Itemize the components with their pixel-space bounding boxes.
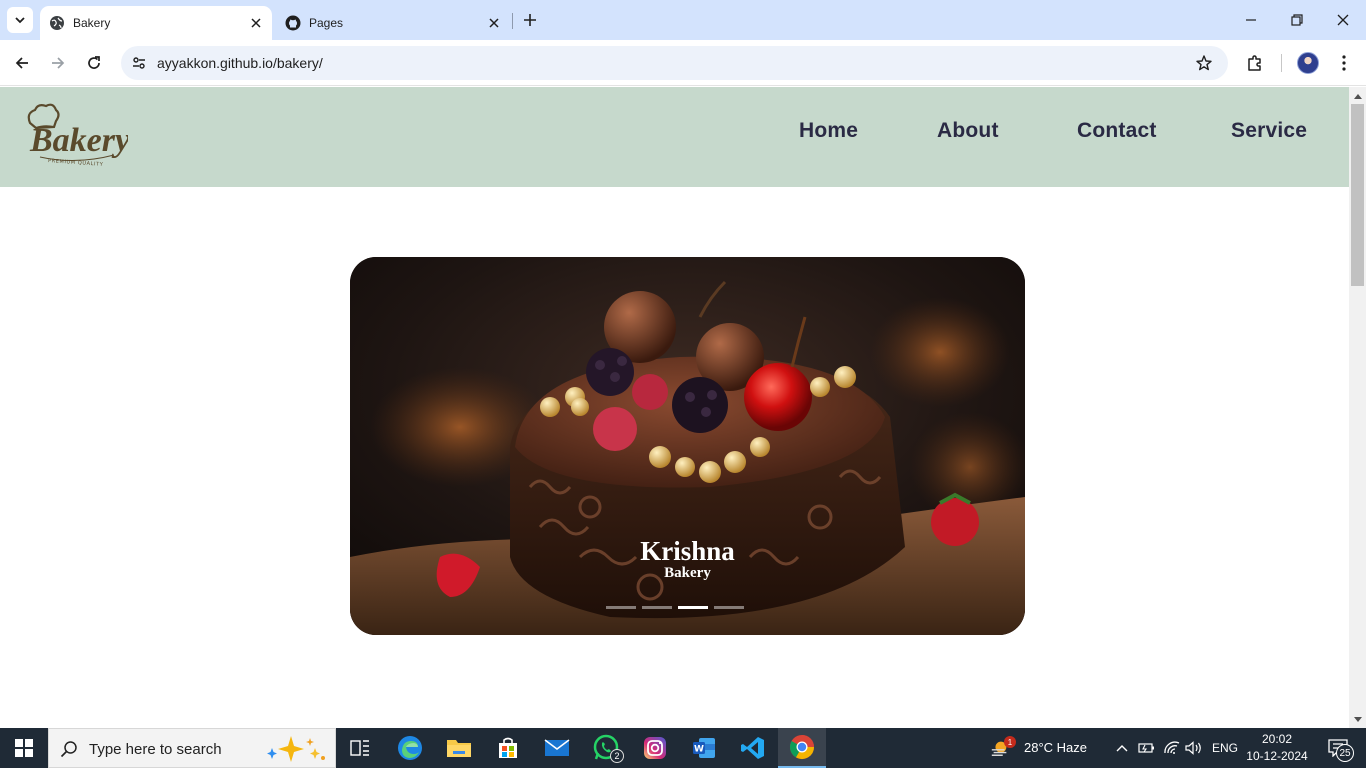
- arrow-right-icon: [52, 57, 65, 69]
- weather-text[interactable]: 28°C Haze: [1024, 740, 1087, 755]
- svg-text:W: W: [694, 745, 704, 755]
- page-scrollbar[interactable]: [1349, 87, 1366, 728]
- reload-icon: [88, 56, 100, 69]
- close-window-button[interactable]: [1320, 0, 1366, 40]
- minimize-button[interactable]: [1228, 0, 1274, 40]
- taskbar-instagram[interactable]: [631, 728, 679, 768]
- address-bar[interactable]: ayyakkon.github.io/bakery/: [121, 46, 1228, 80]
- hero-carousel[interactable]: Krishna Bakery: [350, 257, 1025, 635]
- close-icon: [1337, 14, 1349, 26]
- nav-contact[interactable]: Contact: [1077, 119, 1157, 143]
- task-view-icon: [350, 740, 369, 756]
- scroll-down-arrow-icon[interactable]: [1349, 711, 1366, 728]
- chrome-menu-button[interactable]: [1332, 51, 1356, 75]
- search-highlight-sparkle-icon: [267, 736, 325, 762]
- taskbar-edge[interactable]: [386, 728, 434, 768]
- chevron-up-icon[interactable]: [1112, 738, 1132, 758]
- language-indicator[interactable]: ENG: [1212, 741, 1238, 755]
- new-tab-button[interactable]: [520, 10, 540, 30]
- minimize-icon: [1246, 19, 1256, 21]
- chrome-icon: [789, 735, 814, 760]
- profile-avatar[interactable]: [1297, 52, 1319, 74]
- restore-button[interactable]: [1274, 0, 1320, 40]
- globe-icon: [49, 15, 65, 31]
- search-placeholder: Type here to search: [89, 741, 222, 758]
- start-button[interactable]: [0, 728, 48, 768]
- bakery-logo[interactable]: Bakery PREMIUM QUALITY: [24, 101, 131, 171]
- folder-icon: [447, 740, 471, 757]
- nav-home[interactable]: Home: [799, 119, 858, 143]
- bookmark-star-icon[interactable]: [1194, 53, 1214, 73]
- browser-tabstrip: Bakery Pages: [0, 0, 1366, 40]
- taskbar-chrome[interactable]: [778, 728, 826, 768]
- nav-service[interactable]: Service: [1231, 119, 1307, 143]
- reload-button[interactable]: [80, 49, 108, 77]
- notification-center-button[interactable]: 25: [1318, 728, 1358, 768]
- url-text: ayyakkon.github.io/bakery/: [157, 55, 323, 71]
- mail-icon: [544, 739, 570, 756]
- taskbar-search-box[interactable]: Type here to search: [48, 728, 336, 768]
- toolbar-divider: [1281, 54, 1282, 72]
- site-info-icon[interactable]: [127, 51, 151, 75]
- restore-icon: [1291, 14, 1303, 26]
- arrow-left-icon: [15, 57, 28, 69]
- svg-text:PREMIUM QUALITY: PREMIUM QUALITY: [48, 158, 104, 168]
- browser-toolbar: ayyakkon.github.io/bakery/: [0, 40, 1366, 86]
- wifi-icon[interactable]: [1162, 738, 1182, 758]
- word-icon: W: [693, 738, 715, 758]
- site-header: Bakery PREMIUM QUALITY Home About Contac…: [0, 87, 1349, 187]
- carousel-indicator[interactable]: [642, 606, 672, 609]
- weather-badge: 1: [1004, 736, 1016, 748]
- plus-icon: [524, 14, 536, 26]
- page-viewport: Bakery PREMIUM QUALITY Home About Contac…: [0, 87, 1349, 728]
- more-vert-icon: [1342, 55, 1346, 71]
- tab-title: Bakery: [73, 16, 111, 30]
- hero-subtitle: Bakery: [664, 565, 711, 581]
- volume-icon[interactable]: [1184, 738, 1204, 758]
- tab-separator: [512, 13, 513, 29]
- scroll-thumb[interactable]: [1351, 104, 1364, 286]
- clock-date: 10-12-2024: [1246, 749, 1308, 763]
- whatsapp-badge: 2: [610, 749, 624, 763]
- hero-title: Krishna: [640, 536, 735, 566]
- task-view-button[interactable]: [336, 728, 384, 768]
- forward-button[interactable]: [44, 49, 72, 77]
- carousel-indicator[interactable]: [678, 606, 708, 609]
- github-icon: [285, 15, 301, 31]
- taskbar-file-explorer[interactable]: [435, 728, 483, 768]
- windows-logo-icon: [15, 739, 33, 757]
- edge-icon: [398, 736, 422, 760]
- taskbar-microsoft-store[interactable]: [484, 728, 532, 768]
- clock-time: 20:02: [1261, 732, 1293, 746]
- notification-count: 25: [1336, 744, 1354, 762]
- puzzle-icon: [1248, 55, 1261, 71]
- taskbar-mail[interactable]: [533, 728, 581, 768]
- carousel-indicator[interactable]: [714, 606, 744, 609]
- taskbar-clock[interactable]: 20:02 10-12-2024: [1242, 731, 1312, 765]
- chevron-down-icon: [15, 17, 25, 24]
- instagram-icon: [644, 737, 666, 759]
- vscode-icon: [741, 737, 764, 759]
- nav-about[interactable]: About: [937, 119, 999, 143]
- search-icon: [59, 739, 79, 759]
- taskbar-vscode[interactable]: [729, 728, 777, 768]
- extensions-button[interactable]: [1243, 51, 1267, 75]
- windows-taskbar: Type here to search 2 W 1 28°C Haze ENG …: [0, 728, 1366, 768]
- tab-title: Pages: [309, 16, 344, 30]
- back-button[interactable]: [8, 49, 36, 77]
- store-icon: [499, 737, 517, 758]
- taskbar-word[interactable]: W: [680, 728, 728, 768]
- carousel-indicators: [606, 606, 744, 609]
- close-tab-icon[interactable]: [484, 13, 504, 33]
- close-tab-icon[interactable]: [246, 13, 266, 33]
- tab-search-button[interactable]: [7, 7, 33, 33]
- taskbar-whatsapp[interactable]: 2: [582, 728, 630, 768]
- carousel-indicator[interactable]: [606, 606, 636, 609]
- scroll-up-arrow-icon[interactable]: [1349, 87, 1366, 104]
- battery-icon[interactable]: [1137, 738, 1157, 758]
- tab-pages[interactable]: Pages: [276, 6, 510, 40]
- tab-bakery[interactable]: Bakery: [40, 6, 272, 40]
- svg-text:Bakery: Bakery: [29, 122, 128, 159]
